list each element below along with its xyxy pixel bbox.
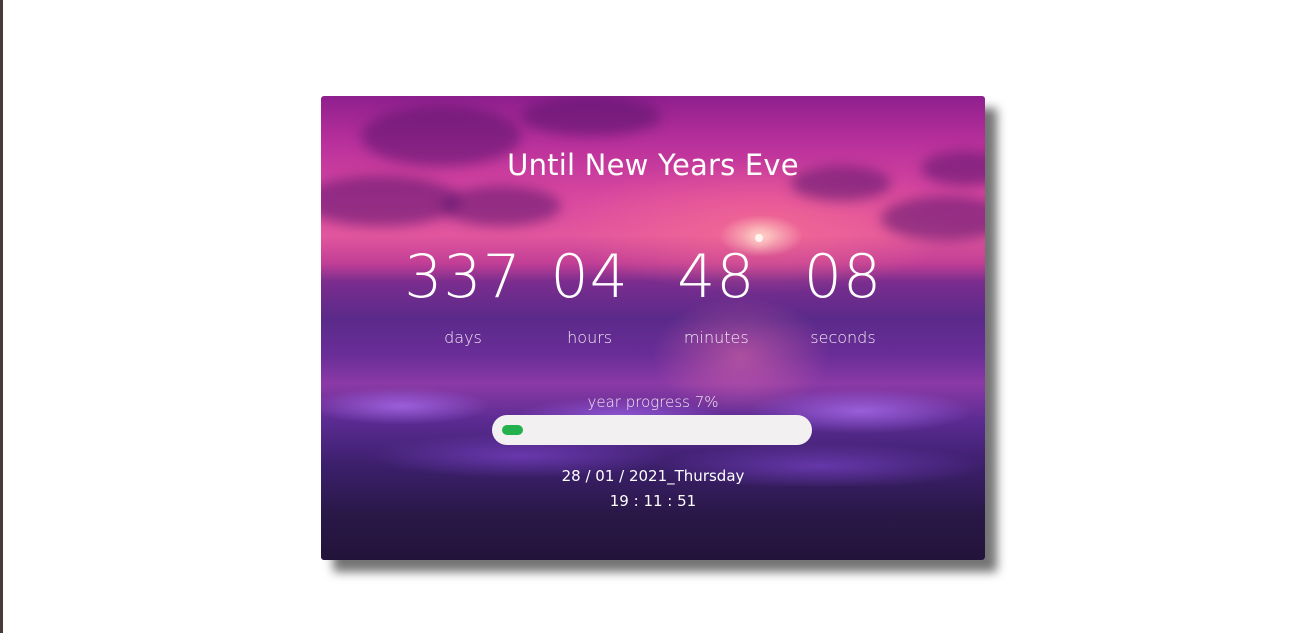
seconds-value: 08 [803, 242, 883, 312]
year-progress-bar [492, 415, 812, 445]
days-label: days [444, 328, 482, 347]
minutes-value: 48 [677, 242, 756, 312]
countdown-days: 337 days [403, 244, 523, 354]
year-progress-fill [502, 425, 523, 435]
minutes-label: minutes [683, 328, 749, 347]
hours-label: hours [567, 328, 613, 347]
year-progress-label: year progress 7% [587, 393, 719, 411]
seconds-label: seconds [810, 328, 876, 347]
window-left-edge [0, 0, 3, 633]
countdown-card: Until New Years Eve 337 days 04 hours 48… [321, 96, 985, 560]
card-content: Until New Years Eve 337 days 04 hours 48… [321, 96, 985, 560]
countdown-minutes: 48 minutes [656, 244, 776, 354]
page-title: Until New Years Eve [507, 148, 799, 182]
countdown-seconds: 08 seconds [783, 244, 903, 354]
current-time: 19 : 11 : 51 [609, 492, 697, 510]
countdown-timer: 337 days 04 hours 48 minutes 08 seconds [403, 244, 903, 354]
countdown-hours: 04 hours [530, 244, 650, 354]
current-date: 28 / 01 / 2021_Thursday [561, 467, 745, 485]
hours-value: 04 [550, 242, 629, 312]
days-value: 337 [404, 242, 522, 312]
